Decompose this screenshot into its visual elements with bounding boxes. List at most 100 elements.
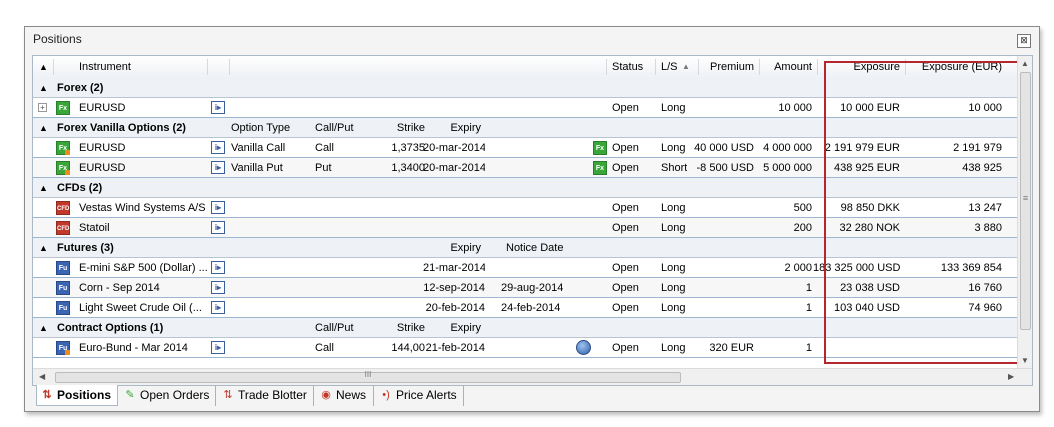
exposure: 98 850 DKK <box>840 202 900 214</box>
close-icon[interactable]: ⊠ <box>1017 34 1031 48</box>
table-row[interactable]: Fu Euro-Bund - Mar 2014 i▸ Call 144,00 2… <box>33 338 1019 358</box>
expiry: 21-mar-2014 <box>423 262 485 274</box>
call-put: Call <box>315 342 334 354</box>
collapse-all-icon[interactable]: ▲ <box>39 56 48 78</box>
col-ls[interactable]: L/S <box>661 56 683 78</box>
tab-news[interactable]: ◉ News <box>316 385 374 406</box>
exposure: 2 191 979 EUR <box>824 142 900 154</box>
status: Open <box>612 162 639 174</box>
group-title: Forex (2) <box>57 82 104 94</box>
cfd-icon: CFD <box>56 201 70 215</box>
exposure: 438 925 EUR <box>833 162 900 174</box>
expiry: 20-mar-2014 <box>423 162 485 174</box>
group-cfds[interactable]: ▲ CFDs (2) <box>33 178 1019 198</box>
tab-open-orders[interactable]: ✎ Open Orders <box>120 385 216 406</box>
grid-header: ▲ Instrument Status L/S ▲ Premium Amount… <box>33 56 1019 79</box>
exposure-eur: 74 960 <box>968 302 1002 314</box>
info-icon[interactable]: i▸ <box>211 341 225 354</box>
table-row[interactable]: Fx EURUSD i▸ Vanilla Call Call 1,3735 20… <box>33 138 1019 158</box>
tab-label: News <box>336 388 367 402</box>
expand-icon[interactable]: + <box>38 103 47 112</box>
info-icon[interactable]: i▸ <box>211 281 225 294</box>
info-icon[interactable]: i▸ <box>211 261 225 274</box>
instrument-name: Vestas Wind Systems A/S <box>79 202 206 214</box>
group-forex[interactable]: ▲ Forex (2) <box>33 78 1019 98</box>
table-row[interactable]: CFD Vestas Wind Systems A/S i▸ Open Long… <box>33 198 1019 218</box>
tab-price-alerts[interactable]: •) Price Alerts <box>376 385 464 406</box>
instrument-name: Corn - Sep 2014 <box>79 282 160 294</box>
expiry: 20-feb-2014 <box>425 302 485 314</box>
col-status[interactable]: Status <box>612 56 652 78</box>
long-short: Long <box>661 142 686 154</box>
globe-icon[interactable] <box>576 340 591 355</box>
table-row[interactable]: CFD Statoil i▸ Open Long 200 32 280 NOK … <box>33 218 1019 238</box>
scroll-down-icon[interactable]: ▼ <box>1021 356 1029 365</box>
col-exposure-eur[interactable]: Exposure (EUR) <box>906 56 1002 78</box>
tab-trade-blotter[interactable]: ⇅ Trade Blotter <box>218 385 314 406</box>
instrument-name: Light Sweet Crude Oil (... <box>79 302 202 314</box>
option-type: Vanilla Call <box>231 142 286 154</box>
exposure: 183 325 000 USD <box>813 262 900 274</box>
group-contract-options[interactable]: ▲ Contract Options (1) Call/Put Strike E… <box>33 318 1019 338</box>
forex-icon[interactable]: Fx <box>593 161 607 175</box>
collapse-icon[interactable]: ▲ <box>39 238 48 258</box>
group-futures[interactable]: ▲ Futures (3) Expiry Notice Date <box>33 238 1019 258</box>
col-call-put: Call/Put <box>315 322 354 334</box>
notice-date: 29-aug-2014 <box>501 282 564 294</box>
col-expiry: Expiry <box>450 322 481 334</box>
group-title: CFDs (2) <box>57 182 103 194</box>
status: Open <box>612 342 639 354</box>
exposure-eur: 2 191 979 <box>953 142 1002 154</box>
info-icon[interactable]: i▸ <box>211 161 225 174</box>
premium: 40 000 USD <box>694 142 754 154</box>
long-short: Long <box>661 302 686 314</box>
strike: 1,3735 <box>391 142 425 154</box>
collapse-icon[interactable]: ▲ <box>39 318 48 338</box>
table-row[interactable]: Fu Corn - Sep 2014 i▸ 12-sep-2014 29-aug… <box>33 278 1019 298</box>
vertical-scroll-thumb[interactable]: ≡ <box>1020 72 1031 330</box>
info-icon[interactable]: i▸ <box>211 201 225 214</box>
group-forex-vanilla-options[interactable]: ▲ Forex Vanilla Options (2) Option Type … <box>33 118 1019 138</box>
expiry: 12-sep-2014 <box>423 282 485 294</box>
collapse-icon[interactable]: ▲ <box>39 78 48 98</box>
amount: 4 000 000 <box>763 142 812 154</box>
expiry: 20-mar-2014 <box>423 142 485 154</box>
futures-icon: Fu <box>56 281 70 295</box>
instrument-name: EURUSD <box>79 142 126 154</box>
col-call-put: Call/Put <box>315 122 354 134</box>
scroll-right-icon[interactable]: ▶ <box>1008 372 1014 381</box>
positions-window: Positions ⊠ ▲ Instrument Status L/S ▲ Pr… <box>24 26 1040 412</box>
instrument-name: Euro-Bund - Mar 2014 <box>79 342 188 354</box>
col-notice-date: Notice Date <box>506 242 564 254</box>
vertical-scrollbar[interactable]: ▲ ≡ ▼ <box>1017 56 1032 370</box>
table-row[interactable]: Fu E-mini S&P 500 (Dollar) ... i▸ 21-mar… <box>33 258 1019 278</box>
table-row[interactable]: + Fx EURUSD i▸ Open Long 10 000 10 000 E… <box>33 98 1019 118</box>
col-exposure[interactable]: Exposure <box>818 56 900 78</box>
tab-positions[interactable]: ⇅ Positions <box>36 385 118 406</box>
col-strike: Strike <box>396 322 425 334</box>
trade-blotter-icon: ⇅ <box>223 389 233 401</box>
scroll-left-icon[interactable]: ◀ <box>39 372 45 381</box>
amount: 500 <box>793 202 812 214</box>
long-short: Short <box>661 162 688 174</box>
futures-icon: Fu <box>56 301 70 315</box>
col-premium[interactable]: Premium <box>699 56 754 78</box>
table-row[interactable]: Fu Light Sweet Crude Oil (... i▸ 20-feb-… <box>33 298 1019 318</box>
status: Open <box>612 222 639 234</box>
info-icon[interactable]: i▸ <box>211 101 225 114</box>
info-icon[interactable]: i▸ <box>211 141 225 154</box>
long-short: Long <box>661 102 686 114</box>
instrument-name: EURUSD <box>79 102 126 114</box>
exposure-eur: 10 000 <box>968 102 1002 114</box>
forex-icon: Fx <box>56 101 70 115</box>
info-icon[interactable]: i▸ <box>211 221 225 234</box>
scroll-up-icon[interactable]: ▲ <box>1021 59 1029 68</box>
instrument-name: EURUSD <box>79 162 126 174</box>
collapse-icon[interactable]: ▲ <box>39 178 48 198</box>
collapse-icon[interactable]: ▲ <box>39 118 48 138</box>
col-amount[interactable]: Amount <box>760 56 812 78</box>
table-row[interactable]: Fx EURUSD i▸ Vanilla Put Put 1,3400 20-m… <box>33 158 1019 178</box>
forex-icon[interactable]: Fx <box>593 141 607 155</box>
instrument-name: Statoil <box>79 222 110 234</box>
info-icon[interactable]: i▸ <box>211 301 225 314</box>
